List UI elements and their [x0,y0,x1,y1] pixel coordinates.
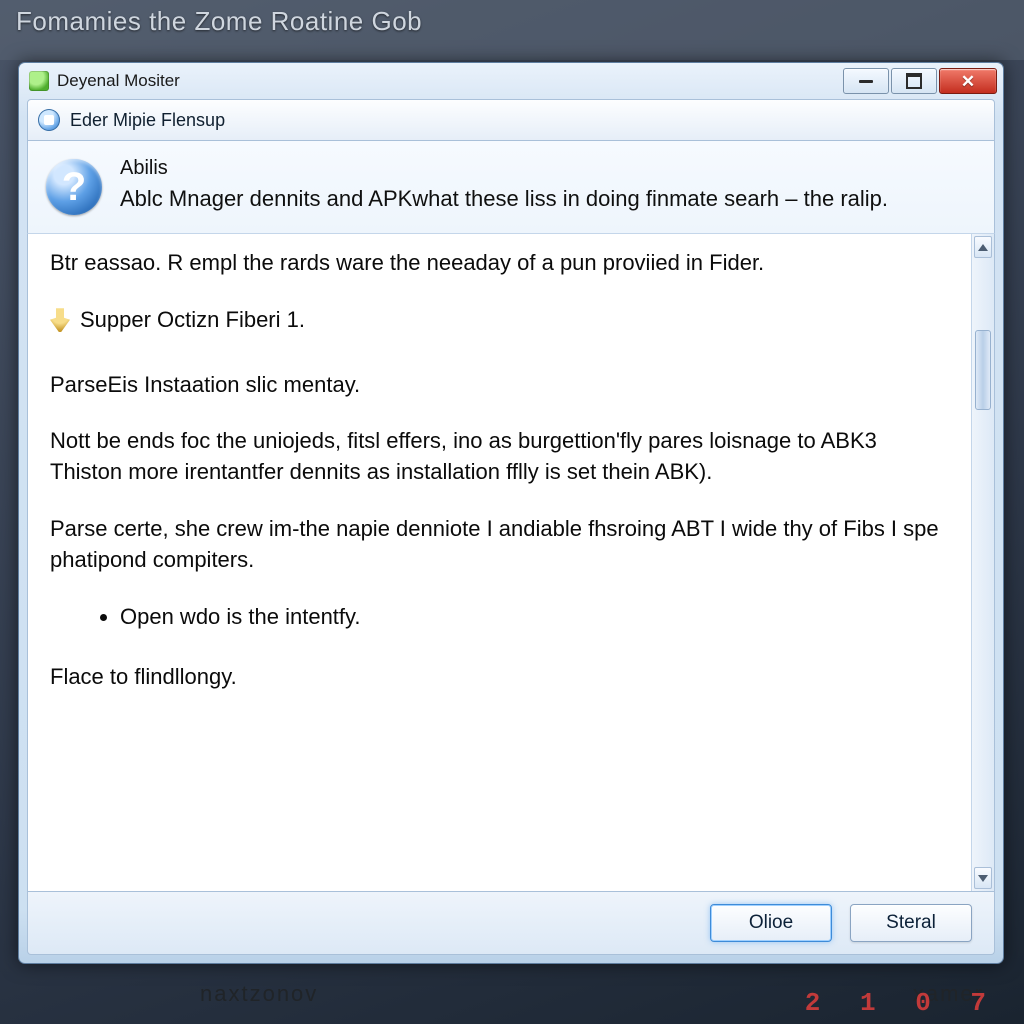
primary-button-label: Olioe [749,912,793,934]
chevron-down-icon [978,875,988,882]
content-item: Supper Octizn Fiberi 1. [50,305,949,336]
pin-icon [50,308,70,332]
scroll-down-button[interactable] [974,867,992,889]
minimize-button[interactable] [843,68,889,94]
background-banner: Fomamies the Zome Roatine Gob [0,0,1024,60]
background-banner-text: Fomamies the Zome Roatine Gob [16,6,422,36]
info-banner-title: Abilis [120,155,888,182]
scrollbar[interactable] [971,234,994,891]
desktop: Fomamies the Zome Roatine Gob naxtzonov … [0,0,1024,1024]
question-icon: ? [46,159,102,215]
content-paragraph: Parse certe, she crew im-the napie denni… [50,514,949,576]
content-list: Open wdo is the intentfy. [120,602,949,633]
primary-button[interactable]: Olioe [710,904,832,942]
close-button[interactable]: ✕ [939,68,997,94]
window-title: Deyenal Mositer [57,71,835,91]
info-banner: ? Abilis Ablc Mnager dennits and APKwhat… [27,141,995,233]
titlebar[interactable]: Deyenal Mositer ✕ [19,63,1003,99]
content-paragraph: Flace to flindllongy. [50,662,949,693]
content-paragraph: ParseEis Instaation slic mentay. [50,370,949,401]
secondary-button[interactable]: Steral [850,904,972,942]
content-paragraph: Btr eassao. R empl the rards ware the ne… [50,248,949,279]
content-area: Btr eassao. R empl the rards ware the ne… [28,234,971,891]
maximize-icon [906,73,922,89]
app-icon [29,71,49,91]
corner-number: 2 1 0 7 [805,988,998,1018]
content-bullet: Open wdo is the intentfy. [120,602,949,633]
scroll-thumb[interactable] [975,330,991,410]
subheader-text: Eder Mipie Flensup [70,110,225,131]
dialog-window: Deyenal Mositer ✕ Eder Mipie Flensup ? A… [18,62,1004,964]
info-banner-body: Ablc Mnager dennits and APKwhat these li… [120,186,888,211]
scroll-up-button[interactable] [974,236,992,258]
chevron-up-icon [978,244,988,251]
info-banner-text: Abilis Ablc Mnager dennits and APKwhat t… [120,155,888,214]
minimize-icon [859,80,873,83]
background-footer-left: naxtzonov [200,981,318,1007]
subheader-icon [38,109,60,131]
subheader: Eder Mipie Flensup [27,99,995,141]
content-frame: Btr eassao. R empl the rards ware the ne… [27,233,995,892]
maximize-button[interactable] [891,68,937,94]
secondary-button-label: Steral [886,912,936,934]
content-paragraph: Nott be ends foc the uniojeds, fitsl eff… [50,426,949,488]
dialog-footer: Olioe Steral [27,892,995,955]
window-controls: ✕ [843,68,997,94]
content-item-text: Supper Octizn Fiberi 1. [80,305,305,336]
close-icon: ✕ [961,73,975,90]
